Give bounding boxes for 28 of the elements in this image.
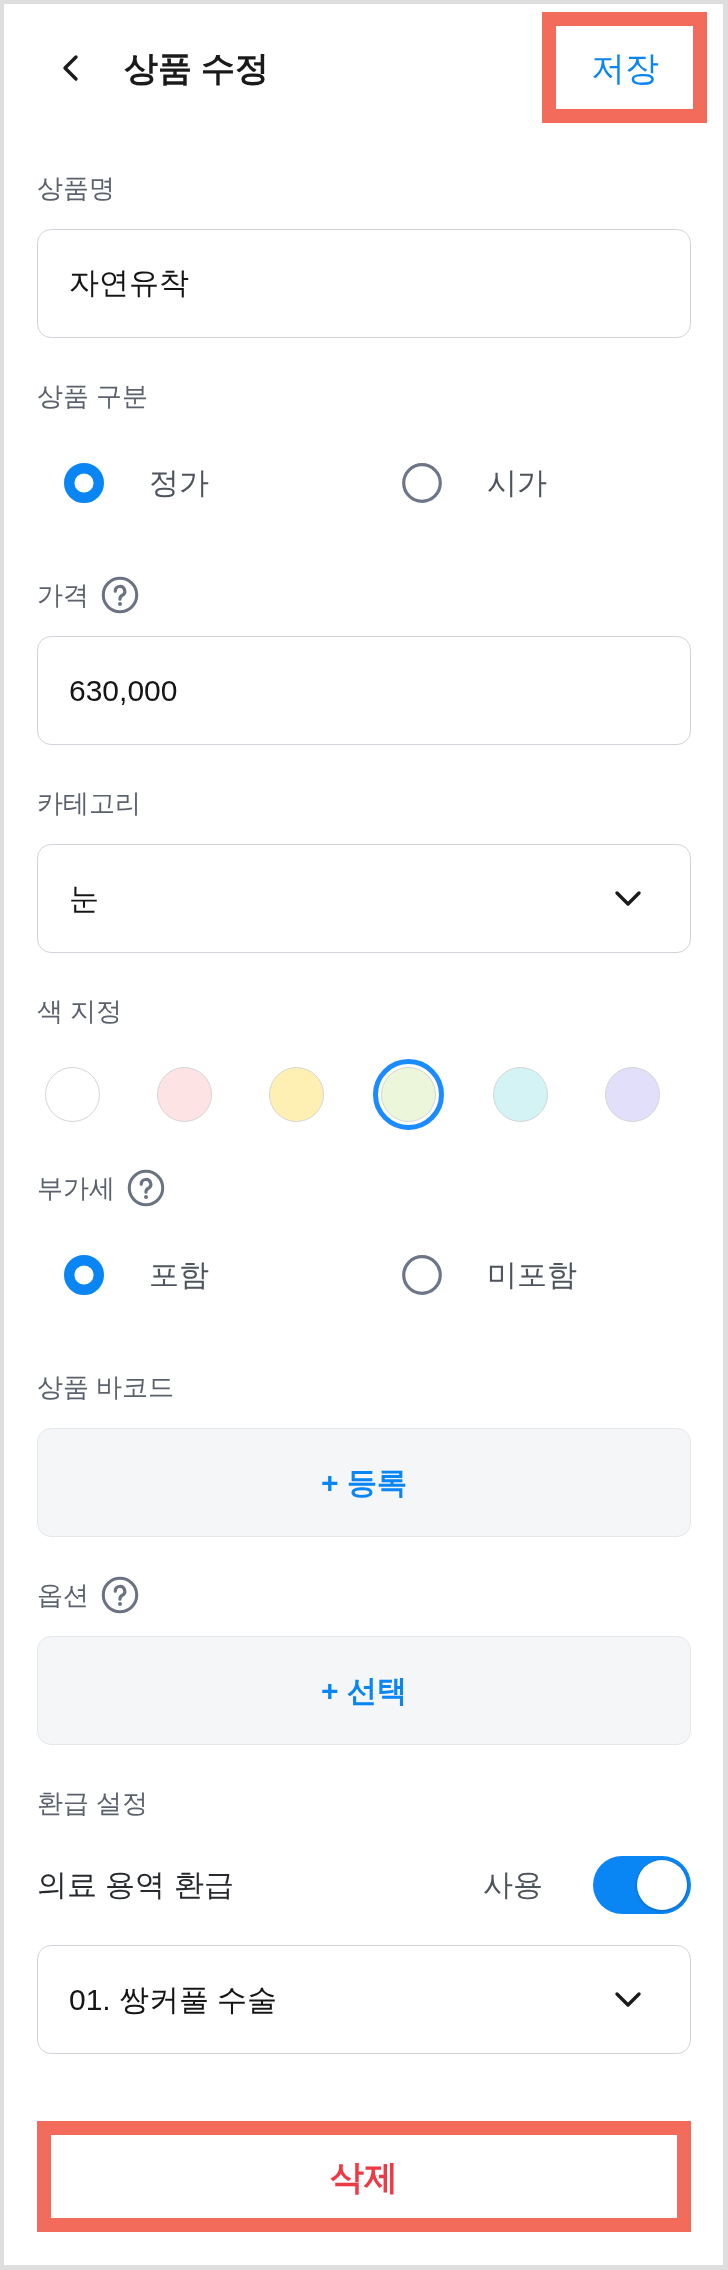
help-icon[interactable] — [101, 1576, 139, 1614]
toggle-label: 사용 — [483, 1867, 543, 1903]
text-field[interactable]: 630,000 — [37, 636, 691, 745]
field-label: 상품 구분 — [37, 380, 149, 413]
field-label: 부가세 — [37, 1172, 115, 1205]
dropdown-select[interactable]: 01. 쌍커풀 수술 — [37, 1945, 691, 2054]
help-icon[interactable] — [127, 1169, 165, 1207]
chevron-down-icon — [614, 1990, 642, 2009]
field-label: 가격 — [37, 579, 89, 612]
radio-option[interactable]: 포함 — [64, 1255, 209, 1295]
field-label: 상품명 — [37, 172, 115, 205]
radio-option[interactable]: 정가 — [64, 463, 209, 503]
field-label: 색 지정 — [37, 995, 123, 1028]
field-label: 옵션 — [37, 1579, 89, 1612]
help-icon[interactable] — [101, 576, 139, 614]
color-swatch[interactable] — [381, 1067, 436, 1122]
refund-item-label: 의료 용역 환급 — [37, 1867, 234, 1903]
radio-option[interactable]: 시가 — [402, 463, 547, 503]
page-title: 상품 수정 — [124, 47, 270, 89]
dropdown-select[interactable]: 눈 — [37, 844, 691, 953]
field-label: 상품 바코드 — [37, 1371, 175, 1404]
toggle-switch[interactable] — [593, 1856, 691, 1914]
field-label: 카테고리 — [37, 787, 141, 820]
back-icon[interactable] — [60, 53, 80, 82]
text-field[interactable]: 자연유착 — [37, 229, 691, 338]
field-label: 환급 설정 — [37, 1787, 149, 1820]
radio-option[interactable]: 미포함 — [402, 1255, 577, 1295]
chevron-down-icon — [614, 889, 642, 908]
